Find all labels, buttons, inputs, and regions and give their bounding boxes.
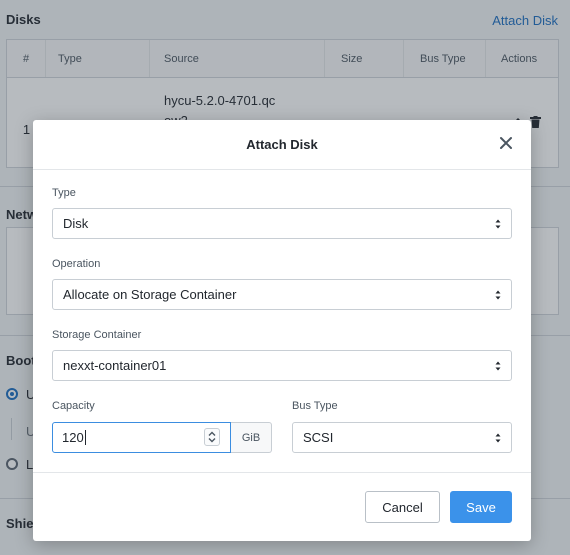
storage-container-select[interactable]: nexxt-container01: [52, 350, 512, 381]
save-button[interactable]: Save: [450, 491, 512, 523]
bus-type-value: SCSI: [303, 430, 334, 445]
capacity-value: 120: [62, 430, 84, 445]
dialog-title: Attach Disk: [246, 137, 318, 152]
select-arrows-icon: [495, 289, 501, 301]
chevron-up-down-icon: [208, 431, 216, 443]
select-arrows-icon: [495, 360, 501, 372]
storage-container-label: Storage Container: [52, 329, 142, 341]
capacity-input[interactable]: 120: [52, 422, 231, 453]
type-select-value: Disk: [63, 216, 89, 231]
dialog-footer: Cancel Save: [33, 472, 531, 541]
capacity-label: Capacity: [52, 400, 95, 412]
text-cursor: [84, 430, 86, 445]
close-button[interactable]: [497, 134, 515, 152]
attach-disk-dialog: Attach Disk Type Disk Operation Allocate…: [33, 120, 531, 541]
operation-select[interactable]: Allocate on Storage Container: [52, 279, 512, 310]
type-label: Type: [52, 187, 76, 199]
bus-type-label: Bus Type: [292, 400, 338, 412]
dialog-header: Attach Disk: [33, 120, 531, 170]
close-icon: [500, 137, 512, 149]
cancel-button[interactable]: Cancel: [365, 491, 440, 523]
capacity-unit: GiB: [231, 422, 272, 453]
operation-label: Operation: [52, 258, 101, 270]
type-select[interactable]: Disk: [52, 208, 512, 239]
operation-select-value: Allocate on Storage Container: [63, 287, 237, 302]
bus-type-select[interactable]: SCSI: [292, 422, 512, 453]
capacity-stepper[interactable]: [204, 428, 220, 446]
select-arrows-icon: [495, 432, 501, 444]
select-arrows-icon: [495, 218, 501, 230]
storage-container-value: nexxt-container01: [63, 358, 167, 373]
